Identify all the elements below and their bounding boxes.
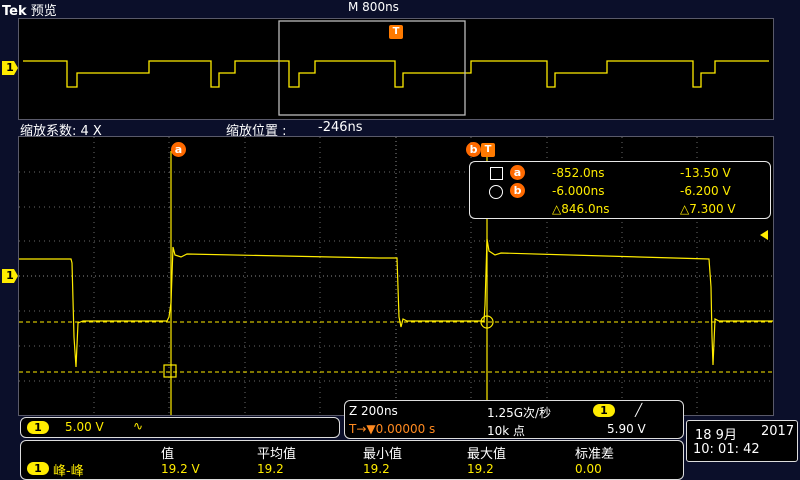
cursor-delta-time: △846.0ns (552, 202, 610, 216)
record-length: 10k 点 (487, 424, 526, 438)
year: 2017 (761, 424, 795, 439)
trigger-position: T→▼0.00000 s (349, 422, 436, 436)
overview-channel-marker[interactable]: 1 (2, 61, 18, 75)
meas-header-value: 值 (161, 447, 175, 462)
channel-1-settings[interactable]: 1 5.00 V ∿ (20, 417, 340, 438)
cursor-a-time: -852.0ns (552, 166, 605, 180)
cursor-a-voltage: -13.50 V (680, 166, 731, 180)
meas-max: 19.2 (467, 462, 494, 476)
cursor-delta-voltage: △7.300 V (680, 202, 736, 216)
mode-label: 预览 (30, 4, 57, 19)
coupling-icon: ∿ (133, 419, 144, 433)
datetime-display: 18 9月 2017 10: 01: 42 (686, 420, 798, 462)
cursor-readout-panel: a -852.0ns -13.50 V b -6.000ns -6.200 V … (469, 161, 771, 219)
brand-logo: Tek (2, 4, 27, 19)
meas-stddev: 0.00 (575, 462, 602, 476)
meas-header-mean: 平均值 (257, 447, 297, 462)
main-trigger-marker[interactable]: T (481, 143, 495, 157)
trigger-slope-icon: ╱ (635, 403, 643, 417)
cursor-b-tag[interactable]: b (466, 142, 481, 157)
trigger-level-arrow-icon[interactable] (760, 230, 768, 240)
meas-value: 19.2 V (161, 462, 200, 476)
date: 18 9月 (695, 428, 737, 443)
sample-rate: 1.25G次/秒 (487, 406, 552, 420)
cursor-b-badge: b (510, 183, 525, 198)
trigger-level: 5.90 V (607, 422, 646, 436)
time: 10: 01: 42 (693, 442, 760, 457)
timebase-readout: M 800ns (348, 0, 399, 14)
meas-header-min: 最小值 (363, 447, 403, 462)
channel-badge: 1 (27, 421, 49, 434)
meas-channel-badge: 1 (27, 462, 49, 475)
cursor-a-badge: a (510, 165, 525, 180)
trigger-channel-badge: 1 (593, 404, 615, 417)
zoom-timebase: Z 200ns (349, 404, 398, 418)
measurement-panel[interactable]: 值 平均值 最小值 最大值 标准差 1 峰-峰 19.2 V 19.2 19.2… (20, 440, 684, 480)
cursor-b-time: -6.000ns (552, 184, 605, 198)
meas-min: 19.2 (363, 462, 390, 476)
meas-name: 峰-峰 (53, 464, 84, 479)
acquisition-trigger-panel[interactable]: Z 200ns 1.25G次/秒 1 ╱ T→▼0.00000 s 10k 点 … (344, 400, 684, 439)
cursor-a-tag[interactable]: a (171, 142, 186, 157)
meas-header-stddev: 标准差 (575, 447, 615, 462)
meas-mean: 19.2 (257, 462, 284, 476)
overview-trigger-marker[interactable]: T (389, 25, 403, 39)
cursor-b-voltage: -6.200 V (680, 184, 731, 198)
main-channel-marker[interactable]: 1 (2, 269, 18, 283)
window-title: Tek 预览 (2, 0, 57, 19)
cursor-b-circle-icon (489, 185, 503, 199)
zoom-position-value: -246ns (318, 120, 363, 135)
cursor-a-square-icon (490, 167, 503, 180)
meas-header-max: 最大值 (467, 447, 507, 462)
channel-scale: 5.00 V (65, 420, 104, 434)
